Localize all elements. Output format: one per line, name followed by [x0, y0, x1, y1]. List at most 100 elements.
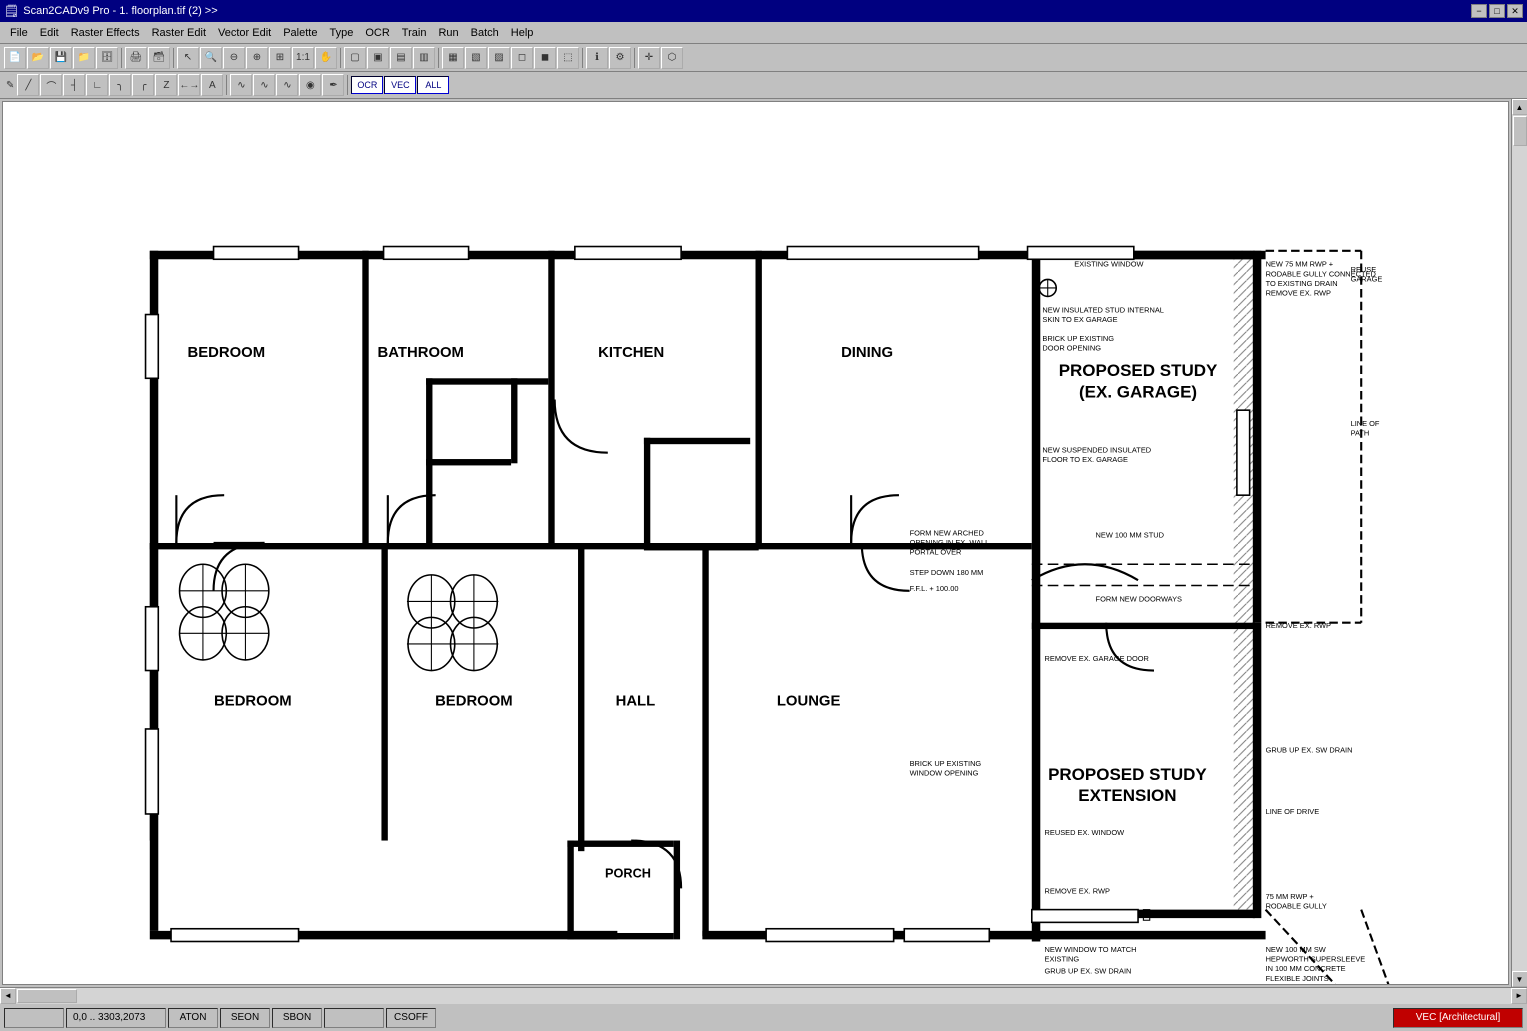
svg-text:REMOVE EX. RWP: REMOVE EX. RWP — [1266, 288, 1331, 297]
maximize-button[interactable]: □ — [1489, 4, 1505, 18]
hscroll-track[interactable] — [16, 988, 1511, 1004]
tb-zoomout[interactable]: ⊖ — [223, 47, 245, 69]
title-bar-controls[interactable]: − □ ✕ — [1471, 4, 1523, 18]
ocr-toggle[interactable]: OCR — [351, 76, 383, 94]
tb-print[interactable]: 🖨 — [125, 47, 147, 69]
tb-view1[interactable]: ◻ — [511, 47, 533, 69]
hscroll-right-button[interactable]: ► — [1511, 988, 1527, 1004]
tb2-text[interactable]: A — [201, 74, 223, 96]
svg-text:LINE OF: LINE OF — [1351, 419, 1380, 428]
svg-text:HEPWORTH SUPERSLEEVE: HEPWORTH SUPERSLEEVE — [1266, 955, 1366, 964]
menu-train[interactable]: Train — [396, 25, 433, 41]
tb2-corner[interactable]: ∟ — [86, 74, 108, 96]
tb-extra[interactable]: ⬡ — [661, 47, 683, 69]
tb-zoom1to1[interactable]: 1:1 — [292, 47, 314, 69]
tb-view3[interactable]: ⬚ — [557, 47, 579, 69]
scroll-up-button[interactable]: ▲ — [1512, 99, 1527, 115]
status-coords: 0,0 .. 3303,2073 — [66, 1008, 166, 1028]
scroll-down-button[interactable]: ▼ — [1512, 971, 1527, 987]
svg-text:F.F.L. + 100.00: F.F.L. + 100.00 — [910, 584, 959, 593]
status-empty2 — [324, 1008, 384, 1028]
svg-text:IN 100 MM CONCRETE: IN 100 MM CONCRETE — [1266, 964, 1346, 973]
tb-saveas[interactable]: 🗄 — [96, 47, 118, 69]
tb-deselect[interactable]: ▤ — [390, 47, 412, 69]
status-seon[interactable]: SEON — [220, 1008, 270, 1028]
tb2-wave2[interactable]: ∿ — [253, 74, 275, 96]
toolbar2-pencil-icon: ✎ — [4, 80, 16, 91]
status-bar: 0,0 .. 3303,2073 ATON SEON SBON CSOFF VE… — [0, 1003, 1527, 1031]
tb2-perp[interactable]: ┤ — [63, 74, 85, 96]
tb-pan[interactable]: ✋ — [315, 47, 337, 69]
scroll-track[interactable] — [1512, 115, 1527, 971]
menu-help[interactable]: Help — [505, 25, 540, 41]
svg-text:NEW SUSPENDED INSULATED: NEW SUSPENDED INSULATED — [1042, 446, 1151, 455]
tb-magnify[interactable]: 🔍 — [200, 47, 222, 69]
menu-type[interactable]: Type — [323, 25, 359, 41]
svg-text:REUSE: REUSE — [1351, 265, 1377, 274]
menu-run[interactable]: Run — [432, 25, 464, 41]
svg-text:DINING: DINING — [841, 345, 893, 361]
tb2-curve1[interactable]: ╮ — [109, 74, 131, 96]
menu-file[interactable]: File — [4, 25, 34, 41]
tb-vector[interactable]: ▧ — [465, 47, 487, 69]
menu-edit[interactable]: Edit — [34, 25, 65, 41]
tb2-pen[interactable]: ✒ — [322, 74, 344, 96]
tb-openfolder[interactable]: 📁 — [73, 47, 95, 69]
tb2-wave3[interactable]: ∿ — [276, 74, 298, 96]
menu-raster-effects[interactable]: Raster Effects — [65, 25, 146, 41]
canvas-area[interactable]: BEDROOM BATHROOM KITCHEN DINING BEDROOM … — [2, 101, 1509, 985]
tb-info[interactable]: ℹ — [586, 47, 608, 69]
tb2-highlight[interactable]: ◉ — [299, 74, 321, 96]
tb2-arc[interactable]: ⌒ — [40, 74, 62, 96]
tb2-line[interactable]: ╱ — [17, 74, 39, 96]
menu-vector-edit[interactable]: Vector Edit — [212, 25, 277, 41]
menu-bar: File Edit Raster Effects Raster Edit Vec… — [0, 22, 1527, 44]
tb-invert[interactable]: ▥ — [413, 47, 435, 69]
close-button[interactable]: ✕ — [1507, 4, 1523, 18]
tb-zoomin[interactable]: ⊕ — [246, 47, 268, 69]
scroll-thumb[interactable] — [1513, 116, 1527, 146]
menu-ocr[interactable]: OCR — [359, 25, 395, 41]
tb-selectall[interactable]: ▣ — [367, 47, 389, 69]
toolbar-area: 📄 📂 💾 📁 🗄 🖨 🗃 ↖ 🔍 ⊖ ⊕ ⊞ 1:1 ✋ ▢ ▣ ▤ ▥ ▦ … — [0, 44, 1527, 99]
svg-text:EXTENSION: EXTENSION — [1078, 786, 1176, 805]
tb-new[interactable]: 📄 — [4, 47, 26, 69]
tb-raster[interactable]: ▦ — [442, 47, 464, 69]
menu-batch[interactable]: Batch — [465, 25, 505, 41]
svg-text:WINDOW OPENING: WINDOW OPENING — [910, 769, 979, 778]
tb-select[interactable]: ▢ — [344, 47, 366, 69]
svg-text:EXISTING: EXISTING — [1045, 955, 1080, 964]
hscroll-left-button[interactable]: ◄ — [0, 988, 16, 1004]
svg-text:NEW 100 MM SW: NEW 100 MM SW — [1266, 945, 1326, 954]
hscroll-thumb[interactable] — [17, 989, 77, 1003]
sep3 — [340, 48, 341, 68]
tb-save[interactable]: 💾 — [50, 47, 72, 69]
sep5 — [582, 48, 583, 68]
tb-cursor[interactable]: ↖ — [177, 47, 199, 69]
status-sbon[interactable]: SBON — [272, 1008, 322, 1028]
tb-zoomfit[interactable]: ⊞ — [269, 47, 291, 69]
svg-text:BRICK UP EXISTING: BRICK UP EXISTING — [1042, 334, 1114, 343]
svg-text:RODABLE GULLY: RODABLE GULLY — [1266, 902, 1327, 911]
tb-open[interactable]: 📂 — [27, 47, 49, 69]
tb-printprev[interactable]: 🗃 — [148, 47, 170, 69]
tb-settings[interactable]: ⚙ — [609, 47, 631, 69]
svg-text:REMOVE EX. RWP: REMOVE EX. RWP — [1045, 887, 1110, 896]
menu-raster-edit[interactable]: Raster Edit — [146, 25, 212, 41]
minimize-button[interactable]: − — [1471, 4, 1487, 18]
svg-text:(EX. GARAGE): (EX. GARAGE) — [1079, 382, 1197, 401]
tb-crosshair[interactable]: ✛ — [638, 47, 660, 69]
svg-text:KITCHEN: KITCHEN — [598, 345, 664, 361]
status-aton[interactable]: ATON — [168, 1008, 218, 1028]
tb2-wave1[interactable]: ∿ — [230, 74, 252, 96]
sep6 — [634, 48, 635, 68]
all-toggle[interactable]: ALL — [417, 76, 449, 94]
vec-toggle[interactable]: VEC — [384, 76, 416, 94]
tb2-arrow[interactable]: ←→ — [178, 74, 200, 96]
tb2-z[interactable]: Z — [155, 74, 177, 96]
tb2-curve2[interactable]: ╭ — [132, 74, 154, 96]
status-csoff[interactable]: CSOFF — [386, 1008, 436, 1028]
menu-palette[interactable]: Palette — [277, 25, 323, 41]
tb-view2[interactable]: ◼ — [534, 47, 556, 69]
tb-both[interactable]: ▨ — [488, 47, 510, 69]
